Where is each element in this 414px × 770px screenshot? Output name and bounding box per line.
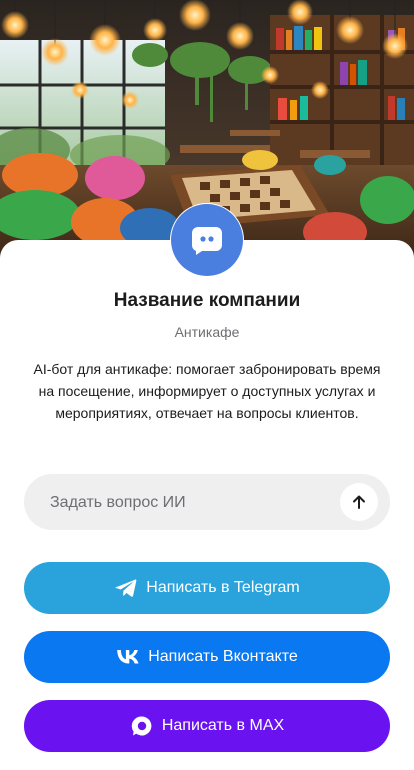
ask-ai-input[interactable]	[48, 474, 352, 532]
arrow-up-icon	[353, 495, 365, 509]
company-description: AI-бот для антикафе: помогает заброниров…	[33, 361, 381, 421]
company-avatar	[170, 203, 244, 277]
telegram-icon	[114, 576, 138, 600]
vk-icon	[116, 645, 140, 669]
vk-button-label: Написать Вконтакте	[148, 648, 298, 665]
max-button[interactable]: Написать в MAX	[24, 700, 390, 752]
avatar-circle	[171, 204, 243, 276]
company-name: Название компании	[113, 290, 301, 311]
company-category: Антикафе	[174, 324, 240, 340]
max-button-label: Написать в MAX	[161, 717, 285, 734]
send-button[interactable]	[340, 483, 378, 521]
max-icon	[130, 714, 154, 738]
ask-ai-field	[24, 474, 390, 532]
chat-bot-icon	[191, 227, 222, 255]
vk-button[interactable]: Написать Вконтакте	[24, 631, 390, 683]
telegram-button-label: Написать в Telegram	[146, 579, 300, 596]
page: Название компании Антикафе AI-бот для ан…	[0, 0, 414, 770]
telegram-button[interactable]: Написать в Telegram	[24, 562, 390, 614]
